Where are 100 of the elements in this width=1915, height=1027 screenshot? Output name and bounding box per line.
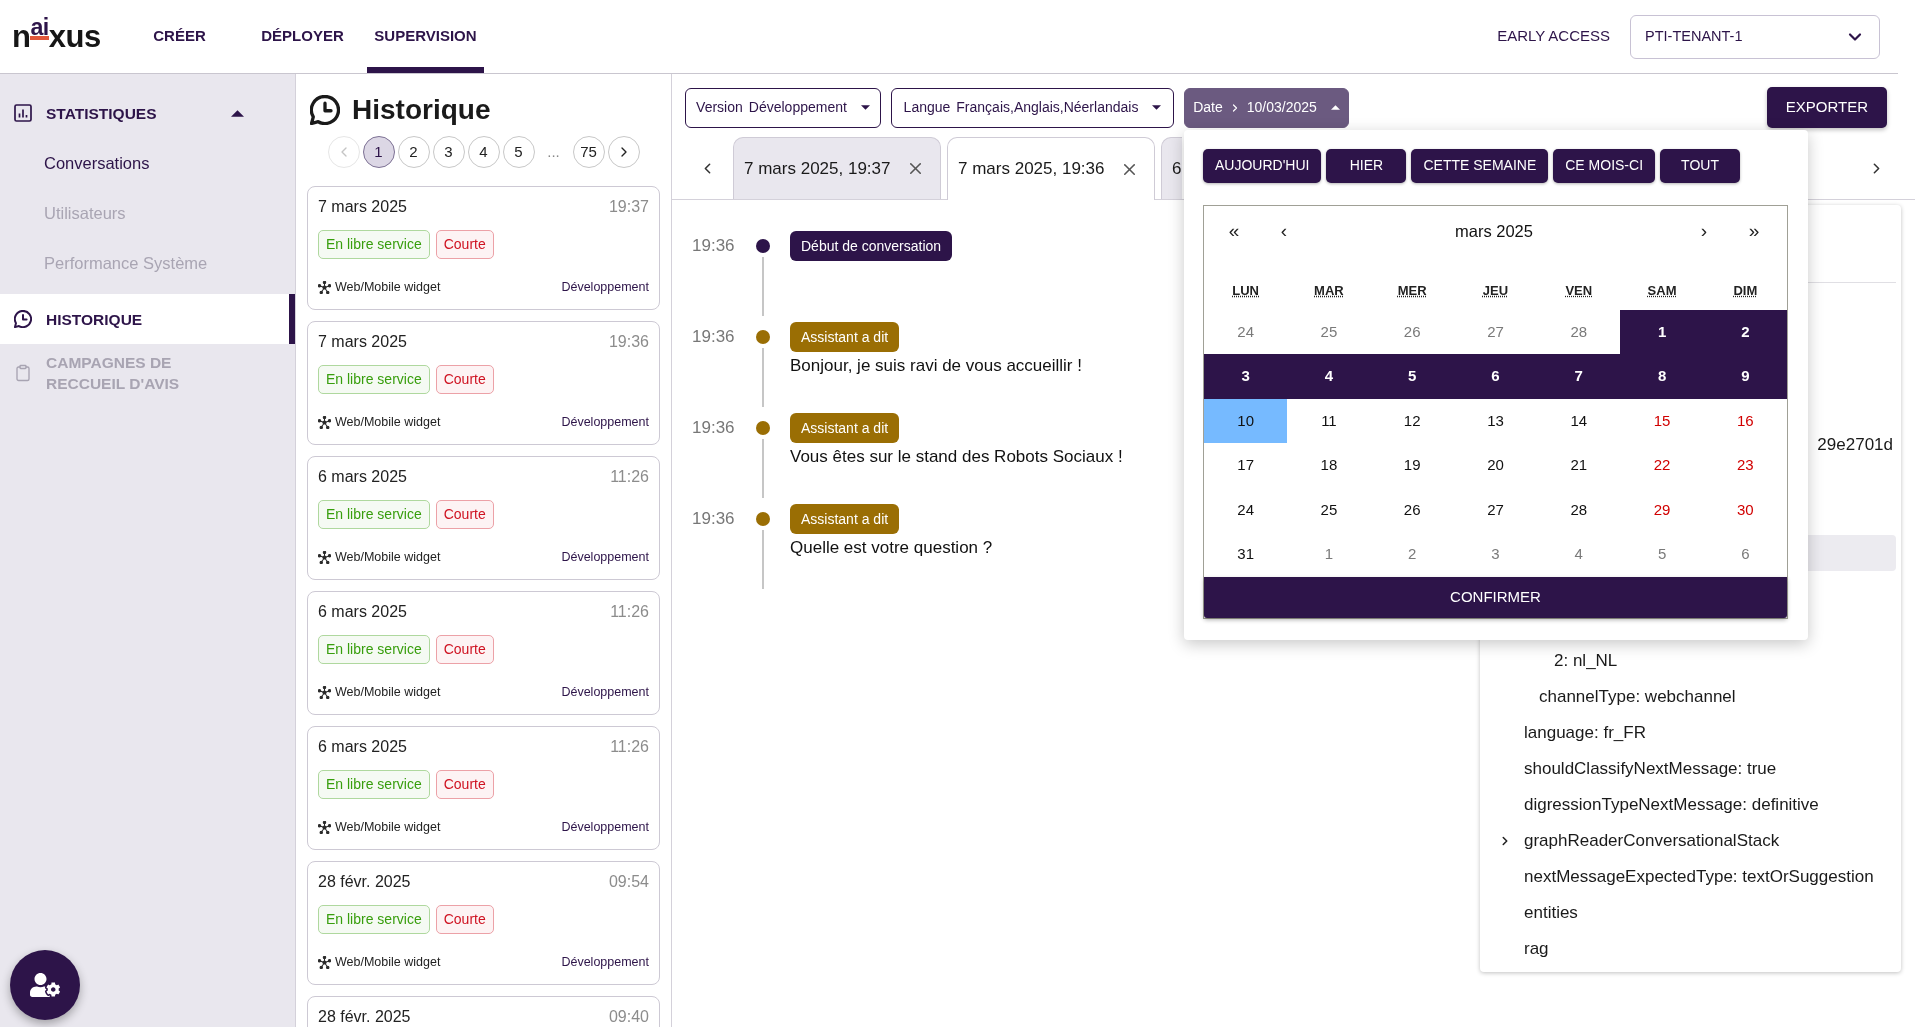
calendar-day[interactable]: 25	[1287, 487, 1371, 532]
page-number-button[interactable]: 2	[397, 136, 430, 168]
calendar-day[interactable]: 8	[1620, 354, 1704, 399]
filter-dropdown[interactable]: Version Développement	[685, 87, 881, 128]
event-badge: Assistant a dit	[790, 413, 900, 443]
status-tag: En libre service	[318, 500, 430, 529]
next-month-button[interactable]: ›	[1679, 211, 1729, 252]
calendar-day[interactable]: 26	[1370, 487, 1454, 532]
calendar-day[interactable]: 27	[1453, 487, 1538, 532]
calendar-day[interactable]: 16	[1703, 398, 1787, 443]
channel-label: Web/Mobile widget	[335, 278, 441, 296]
calendar-day[interactable]: 28	[1537, 487, 1621, 532]
date-preset-button[interactable]: TOUT	[1660, 148, 1741, 183]
tree-node-label: entities	[1524, 902, 1578, 925]
date-preset-button[interactable]: HIER	[1326, 148, 1407, 183]
calendar-day[interactable]: 12	[1370, 398, 1454, 443]
calendar-day[interactable]: 26	[1370, 309, 1454, 354]
tenant-select[interactable]: PTI-TENANT-1	[1630, 14, 1880, 59]
network-icon	[318, 550, 331, 564]
weekday-label: SAM	[1647, 281, 1677, 300]
weekday-label: LUN	[1232, 281, 1259, 300]
page-number-button[interactable]: 3	[432, 136, 465, 168]
calendar-day[interactable]: 14	[1537, 398, 1621, 443]
page-number-button[interactable]: 75	[572, 136, 605, 168]
network-icon	[318, 955, 331, 969]
conversation-card[interactable]: 7 mars 2025 19:36 En libre service Courte Web/Mobile widget Développement	[307, 321, 660, 445]
status-tag: Courte	[435, 230, 494, 259]
conversation-card[interactable]: 6 mars 2025 11:26 En libre service Courte Web/Mobile widget Développement	[307, 591, 660, 715]
calendar-day[interactable]: 6	[1453, 354, 1538, 399]
calendar-day[interactable]: 24	[1204, 487, 1288, 532]
card-date: 6 mars 2025	[318, 467, 407, 487]
calendar-day[interactable]: 1	[1620, 309, 1704, 354]
previous-year-button[interactable]: «	[1209, 211, 1259, 252]
calendar-day[interactable]: 1	[1287, 532, 1371, 577]
calendar-day[interactable]: 23	[1703, 443, 1787, 488]
filter-dropdown[interactable]: Date 10/03/2025	[1184, 87, 1349, 128]
date-preset-button[interactable]: AUJOURD'HUI	[1203, 148, 1322, 183]
calendar-day[interactable]: 15	[1620, 398, 1704, 443]
calendar-day[interactable]: 6	[1703, 532, 1787, 577]
calendar-day[interactable]: 24	[1204, 309, 1288, 354]
calendar-day[interactable]: 31	[1204, 532, 1288, 577]
version-label: Développement	[561, 413, 649, 431]
nav-tab[interactable]: CRÉER	[121, 0, 238, 73]
network-icon	[318, 415, 331, 429]
calendar-day[interactable]: 21	[1537, 443, 1621, 488]
conversation-card[interactable]: 7 mars 2025 19:37 En libre service Courte Web/Mobile widget Développement	[307, 186, 660, 310]
caret-down-icon	[1152, 105, 1162, 110]
conversation-card[interactable]: 28 févr. 2025 09:54 En libre service Courte Web/Mobile widget Développement	[307, 861, 660, 985]
calendar-day[interactable]: 3	[1204, 354, 1288, 399]
conversation-tab[interactable]: 7 mars 2025, 19:36	[947, 137, 1155, 200]
tree-node-label[interactable]: graphReaderConversationalStack	[1524, 828, 1780, 854]
calendar-month-label[interactable]: mars 2025	[1309, 219, 1679, 244]
calendar-day[interactable]: 5	[1370, 354, 1454, 399]
calendar-day[interactable]: 19	[1370, 443, 1454, 488]
filter-dropdown[interactable]: Langue Français,Anglais,Néerlandais	[891, 87, 1174, 128]
nav-tab[interactable]: SUPERVISION	[367, 0, 484, 73]
calendar-day[interactable]: 18	[1287, 443, 1371, 488]
calendar-day[interactable]: 20	[1453, 443, 1538, 488]
status-tag: Courte	[435, 770, 494, 799]
calendar-day[interactable]: 3	[1453, 532, 1538, 577]
calendar-day[interactable]: 30	[1703, 487, 1787, 532]
conversation-card[interactable]: 6 mars 2025 11:26 En libre service Courte Web/Mobile widget Développement	[307, 456, 660, 580]
calendar-day[interactable]: 2	[1703, 309, 1787, 354]
id-value-text: 29e2701d	[1817, 434, 1893, 457]
export-button[interactable]: EXPORTER	[1766, 87, 1887, 128]
calendar-day[interactable]: 28	[1537, 309, 1621, 354]
next-year-button[interactable]: »	[1729, 211, 1779, 252]
previous-month-button[interactable]: ‹	[1259, 211, 1309, 252]
calendar-day[interactable]: 9	[1703, 354, 1787, 399]
conversation-card[interactable]: 6 mars 2025 11:26 En libre service Courte Web/Mobile widget Développement	[307, 726, 660, 850]
calendar-day[interactable]: 27	[1453, 309, 1538, 354]
network-icon	[318, 820, 331, 834]
calendar-day[interactable]: 7	[1537, 354, 1621, 399]
weekday-label: MER	[1397, 281, 1427, 300]
sidebar-item[interactable]: HISTORIQUE	[0, 294, 295, 344]
confirm-button[interactable]: CONFIRMER	[1204, 576, 1787, 618]
calendar-day[interactable]: 29	[1620, 487, 1704, 532]
calendar-day[interactable]: 25	[1287, 309, 1371, 354]
conversation-tab[interactable]: 6	[1161, 137, 1183, 199]
calendar-day[interactable]: 2	[1370, 532, 1454, 577]
sidebar-item[interactable]: STATISTIQUES	[0, 88, 295, 138]
page-number-button[interactable]: 1	[362, 136, 395, 168]
page-number-button[interactable]: 4	[467, 136, 500, 168]
calendar-day[interactable]: 11	[1287, 398, 1371, 443]
conversation-card[interactable]: 28 févr. 2025 09:40	[307, 996, 660, 1027]
status-tag: En libre service	[318, 770, 430, 799]
date-preset-button[interactable]: CE MOIS-CI	[1553, 148, 1656, 183]
calendar-day[interactable]: 4	[1537, 532, 1621, 577]
calendar-day[interactable]: 5	[1620, 532, 1704, 577]
nav-tab[interactable]: DÉPLOYER	[244, 0, 361, 73]
sidebar-subitem[interactable]: Conversations	[0, 138, 295, 188]
calendar-day[interactable]: 17	[1204, 443, 1288, 488]
calendar-day[interactable]: 10	[1204, 398, 1288, 443]
conversation-tab[interactable]: 7 mars 2025, 19:37	[733, 137, 941, 199]
page-number-button[interactable]: 5	[502, 136, 535, 168]
date-preset-button[interactable]: CETTE SEMAINE	[1411, 148, 1549, 183]
card-date: 28 févr. 2025	[318, 1007, 411, 1027]
calendar-day[interactable]: 13	[1453, 398, 1538, 443]
calendar-day[interactable]: 22	[1620, 443, 1704, 488]
calendar-day[interactable]: 4	[1287, 354, 1371, 399]
